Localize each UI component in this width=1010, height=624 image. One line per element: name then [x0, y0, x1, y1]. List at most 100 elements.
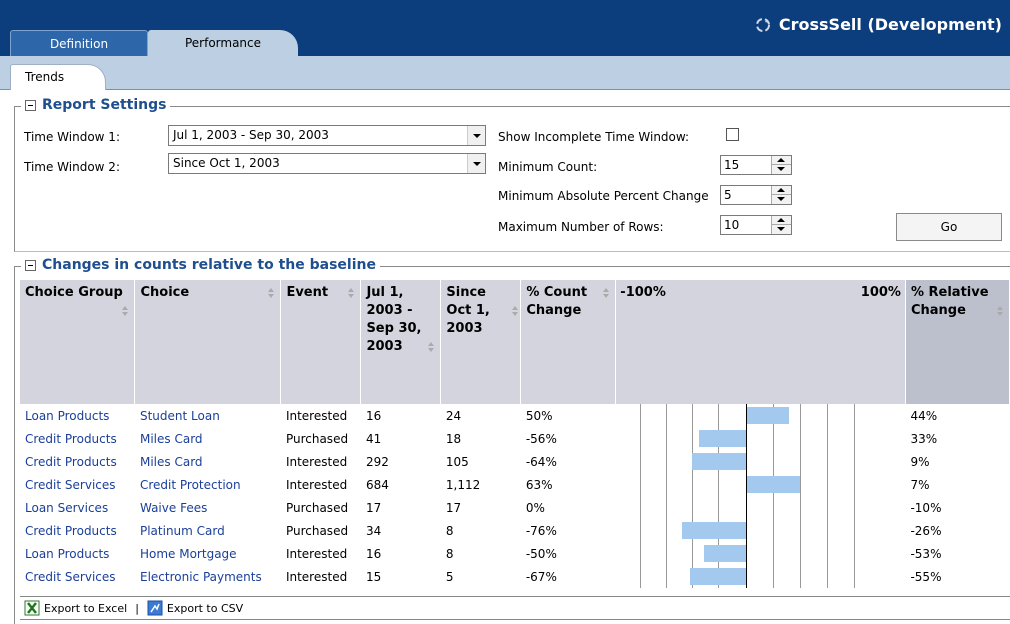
grid-line [665, 404, 667, 427]
sort-icon[interactable] [428, 342, 435, 352]
change-bar [746, 407, 789, 424]
collapse-icon[interactable] [25, 99, 36, 111]
col-relative-change[interactable]: % Relative Change [905, 280, 1010, 404]
sort-icon[interactable] [997, 306, 1003, 316]
tab-performance[interactable]: Performance [148, 30, 298, 56]
grid-line [691, 427, 693, 450]
cell-choice[interactable]: Credit Protection [135, 473, 281, 496]
cell-choice[interactable]: Miles Card [135, 427, 281, 450]
grid-line [853, 450, 855, 473]
col-chart: -100% 100% [615, 280, 906, 404]
grid-line [853, 427, 855, 450]
cell-event: Interested [285, 546, 348, 561]
col-event[interactable]: Event [280, 280, 362, 404]
bar-area [616, 450, 906, 473]
cell-window-2: 5 [445, 569, 454, 584]
min-abs-pct-value: 5 [724, 188, 732, 202]
export-csv-button[interactable]: Export to CSV [143, 600, 247, 616]
col-pct-count-change-label: % Count Change [526, 285, 588, 318]
dropdown-arrow-icon[interactable] [467, 154, 485, 173]
max-rows-label: Maximum Number of Rows: [498, 220, 664, 234]
tab-definition[interactable]: Definition [10, 30, 148, 56]
spin-up-icon[interactable] [772, 186, 791, 195]
max-rows-stepper[interactable]: 10 [720, 215, 792, 235]
cell-change-bar [616, 496, 906, 519]
spin-buttons[interactable] [771, 156, 791, 174]
cell-choice[interactable]: Miles Card [135, 450, 281, 473]
grid-line [639, 519, 641, 542]
cell-choice-group[interactable]: Credit Products [20, 519, 135, 542]
grid-line [665, 519, 667, 542]
grid-line [772, 427, 774, 450]
cell-choice-group[interactable]: Loan Products [20, 404, 135, 427]
col-window-1[interactable]: Jul 1, 2003 - Sep 30, 2003 [360, 280, 442, 404]
grid-line [639, 473, 641, 496]
grid-line [799, 427, 801, 450]
cell-window-2: 24 [445, 408, 462, 423]
cell-choice[interactable]: Waive Fees [135, 496, 281, 519]
cell-choice[interactable]: Home Mortgage [135, 542, 281, 565]
spin-up-icon[interactable] [772, 156, 791, 165]
spin-up-icon[interactable] [772, 216, 791, 225]
col-choice[interactable]: Choice [134, 280, 282, 404]
cell-choice[interactable]: Student Loan [135, 404, 281, 427]
table-row: Credit Products Platinum Card Purchased 34 8… [20, 519, 1010, 542]
cell-choice-group[interactable]: Credit Products [20, 450, 135, 473]
changes-legend[interactable]: Changes in counts relative to the baseli… [21, 257, 380, 273]
grid-line [853, 404, 855, 427]
grid-line [717, 496, 719, 519]
go-button[interactable]: Go [896, 213, 1002, 241]
bar-area [616, 496, 906, 519]
grid-line [665, 496, 667, 519]
collapse-icon[interactable] [25, 259, 36, 271]
grid-line [691, 404, 693, 427]
spin-buttons[interactable] [771, 216, 791, 234]
report-settings-legend[interactable]: Report Settings [21, 97, 171, 113]
col-choice-group[interactable]: Choice Group [20, 280, 136, 404]
cell-choice[interactable]: Platinum Card [135, 519, 281, 542]
cell-window-1: 16 [365, 408, 382, 423]
table-header-row: Choice Group Choice Event Jul 1, 2003 - … [20, 280, 1010, 404]
col-window-2[interactable]: Since Oct 1, 2003 [440, 280, 522, 404]
spin-buttons[interactable] [771, 186, 791, 204]
col-pct-count-change[interactable]: % Count Change [520, 280, 617, 404]
spin-down-icon[interactable] [772, 195, 791, 204]
grid-line [665, 565, 667, 588]
tab-trends[interactable]: Trends [10, 64, 106, 90]
dropdown-arrow-icon[interactable] [467, 126, 485, 145]
min-count-value: 15 [724, 158, 740, 172]
cell-choice-group[interactable]: Loan Products [20, 542, 135, 565]
bar-area [616, 565, 906, 588]
cell-choice[interactable]: Electronic Payments [135, 565, 281, 588]
col-event-label: Event [286, 285, 329, 300]
cell-event: Interested [285, 408, 348, 423]
cell-change-bar [616, 542, 906, 565]
show-incomplete-checkbox[interactable] [726, 128, 739, 141]
spin-down-icon[interactable] [772, 165, 791, 174]
sort-icon[interactable] [122, 306, 129, 316]
sort-icon[interactable] [512, 306, 519, 316]
cell-event: Interested [285, 569, 348, 584]
cell-change-bar [616, 473, 906, 496]
cell-change-bar [616, 450, 906, 473]
sort-icon[interactable] [348, 288, 355, 298]
time-window-2-select[interactable]: Since Oct 1, 2003 [168, 153, 486, 174]
cell-choice-group[interactable]: Loan Services [20, 496, 135, 519]
export-excel-label: Export to Excel [44, 601, 128, 615]
min-abs-pct-stepper[interactable]: 5 [720, 185, 792, 205]
min-count-stepper[interactable]: 15 [720, 155, 792, 175]
cell-choice-group[interactable]: Credit Services [20, 473, 135, 496]
cell-choice-group[interactable]: Credit Services [20, 565, 135, 588]
spin-down-icon[interactable] [772, 225, 791, 234]
change-bar [689, 568, 746, 585]
cell-window-1: 17 [365, 500, 382, 515]
sort-icon[interactable] [268, 288, 275, 298]
grid-line [826, 404, 828, 427]
cell-choice-group[interactable]: Credit Products [20, 427, 135, 450]
refresh-icon [755, 17, 770, 32]
cell-pct-count-change: -67% [525, 569, 557, 584]
time-window-1-select[interactable]: Jul 1, 2003 - Sep 30, 2003 [168, 125, 486, 146]
export-excel-button[interactable]: Export to Excel [20, 600, 131, 616]
bar-area [616, 404, 906, 427]
sort-icon[interactable] [603, 288, 610, 298]
